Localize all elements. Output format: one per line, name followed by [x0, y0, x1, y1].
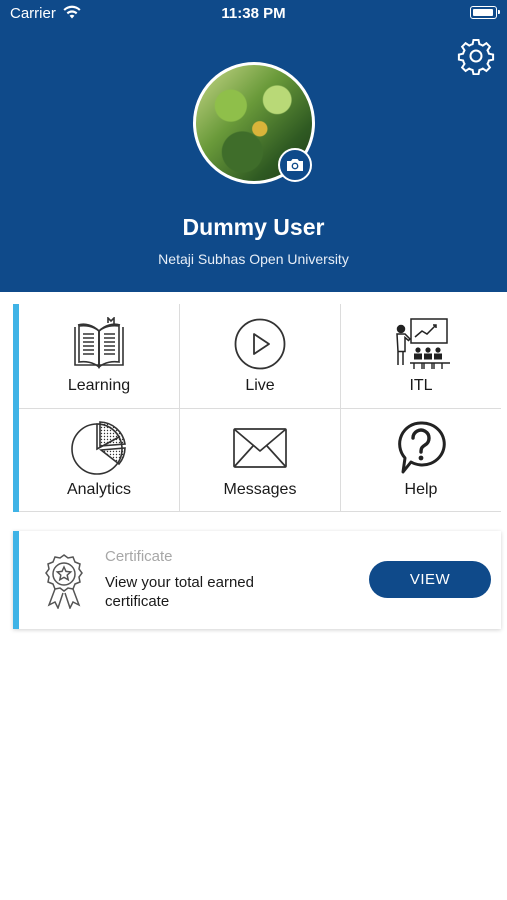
certificate-description: View your total earned certificate: [105, 574, 254, 610]
camera-icon[interactable]: [278, 148, 312, 182]
menu-item-live[interactable]: Live: [180, 304, 340, 408]
menu-item-label: Learning: [67, 377, 131, 394]
gear-icon[interactable]: [457, 37, 495, 75]
menu-item-analytics[interactable]: Analytics: [19, 408, 179, 512]
profile-avatar-container: [193, 62, 315, 184]
menu-item-label: Help: [404, 481, 438, 498]
pie-chart-icon: [71, 421, 126, 475]
status-time: 11:38 PM: [221, 5, 286, 22]
feature-grid: Learning Live ITL Analytics Messages Hel…: [13, 304, 501, 512]
menu-item-label: ITL: [409, 377, 433, 394]
user-organization: Netaji Subhas Open University: [158, 251, 349, 267]
view-certificate-button[interactable]: VIEW: [369, 561, 491, 598]
envelope-icon: [233, 428, 287, 468]
menu-item-itl[interactable]: ITL: [341, 304, 501, 408]
presentation-icon: [396, 318, 450, 369]
profile-header: Carrier 11:38 PM Dummy User Netaji Subha…: [0, 0, 507, 292]
profile-screen: Carrier 11:38 PM Dummy User Netaji Subha…: [0, 0, 507, 900]
menu-item-label: Analytics: [66, 481, 132, 498]
user-name: Dummy User: [182, 214, 325, 240]
battery-icon: [470, 6, 500, 19]
menu-item-label: Live: [245, 377, 275, 394]
award-badge-icon: [45, 554, 83, 609]
help-bubble-icon: [398, 421, 446, 474]
book-icon: [74, 317, 124, 369]
certificate-title: Certificate: [105, 548, 173, 565]
certificate-card: Certificate View your total earned certi…: [13, 531, 501, 629]
menu-item-learning[interactable]: Learning: [19, 304, 179, 408]
play-icon: [234, 318, 286, 370]
menu-item-help[interactable]: Help: [341, 408, 501, 512]
menu-item-messages[interactable]: Messages: [180, 408, 340, 512]
menu-item-label: Messages: [223, 481, 297, 498]
status-bar: Carrier 11:38 PM: [0, 0, 507, 30]
